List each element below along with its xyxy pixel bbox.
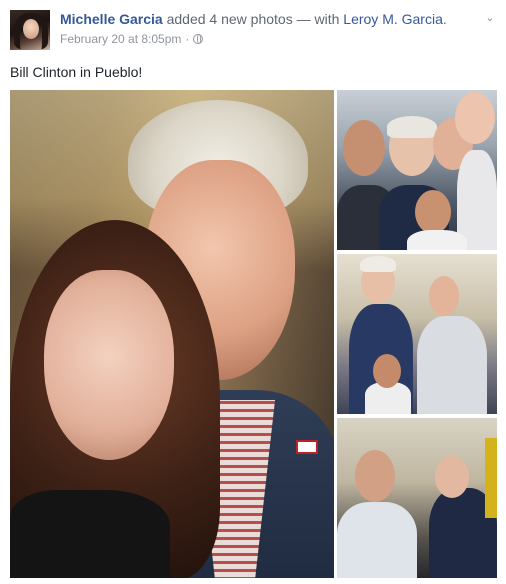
- person-head: [415, 190, 451, 234]
- globe-icon[interactable]: [193, 34, 204, 44]
- sign-post: [485, 438, 497, 518]
- woman-top: [10, 490, 170, 578]
- person-hair: [387, 116, 437, 138]
- person-hair: [360, 256, 396, 272]
- post-text: Bill Clinton in Pueblo!: [10, 64, 143, 80]
- photo-3[interactable]: [337, 254, 497, 414]
- post-timestamp-link[interactable]: February 20 at 8:05pm: [60, 32, 181, 46]
- author-name-link[interactable]: Michelle Garcia: [60, 11, 163, 27]
- post-action-text: added 4 new photos — with: [162, 11, 344, 27]
- person-head: [343, 120, 385, 176]
- post-header: Michelle Garcia added 4 new photos — wit…: [60, 11, 447, 28]
- person-body: [407, 230, 467, 250]
- avatar-face: [23, 19, 39, 39]
- person-head: [435, 456, 469, 498]
- person-head: [355, 450, 395, 502]
- person-head: [373, 354, 401, 388]
- feed-post: Michelle Garcia added 4 new photos — wit…: [0, 0, 506, 584]
- header-suffix: .: [442, 11, 447, 27]
- person-body: [337, 502, 417, 578]
- photo-2[interactable]: [337, 90, 497, 250]
- meta-separator: ·: [185, 32, 190, 46]
- person-body: [417, 316, 487, 414]
- main-photo[interactable]: [10, 90, 334, 578]
- author-avatar[interactable]: [10, 10, 50, 50]
- photo-gallery: [10, 90, 497, 578]
- person-head: [429, 276, 459, 316]
- person-head: [455, 92, 495, 144]
- woman-face: [44, 270, 174, 460]
- campaign-pin: [296, 440, 318, 454]
- photo-4[interactable]: [337, 418, 497, 578]
- post-meta: February 20 at 8:05pm ·: [60, 32, 204, 46]
- chevron-down-icon[interactable]: ⌄: [484, 12, 496, 24]
- tagged-person-link[interactable]: Leroy M. Garcia: [343, 11, 443, 27]
